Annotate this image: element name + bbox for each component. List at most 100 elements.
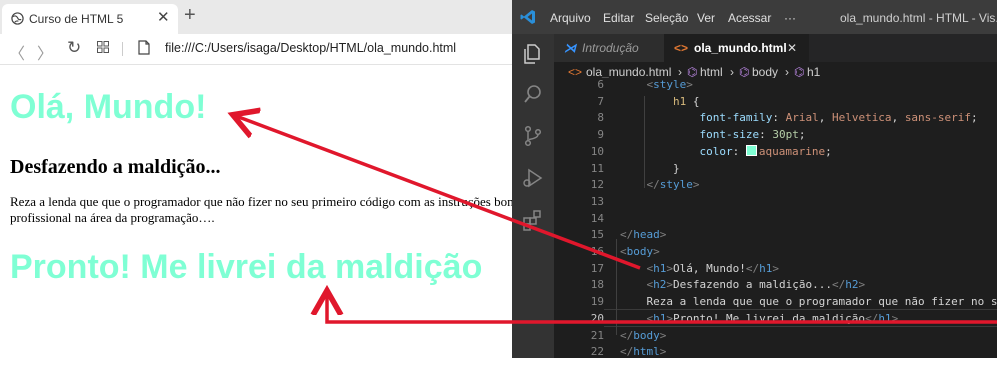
tab-ola-mundo[interactable]: <> ola_mundo.html ✕ — [664, 34, 809, 62]
code-line[interactable]: </style> — [620, 178, 699, 192]
tab-introducao[interactable]: ⋊ Introdução — [554, 34, 664, 62]
code-token: < — [620, 311, 654, 325]
code-token: aquamarine — [758, 144, 826, 158]
line-number: 14 — [590, 211, 604, 225]
new-tab-button[interactable]: + — [184, 4, 196, 27]
code-token: < — [620, 245, 627, 258]
run-debug-icon[interactable] — [521, 166, 545, 190]
line-number: 22 — [590, 345, 604, 358]
page-heading-pronto: Pronto! Me livrei da maldição — [10, 248, 483, 286]
code-token: font-family — [620, 111, 773, 125]
code-token: Olá, Mundo! — [673, 261, 746, 275]
code-token: > — [666, 261, 673, 275]
code-line[interactable]: font-family: Arial, Helvetica, sans-seri… — [620, 111, 978, 125]
code-line[interactable]: </html> — [620, 345, 666, 358]
code-token: ; — [825, 144, 832, 158]
menu-selecao[interactable]: Seleção — [645, 11, 688, 25]
code-line[interactable]: Reza a lenda que que o programador que n… — [620, 295, 997, 308]
code-token: html — [633, 345, 660, 358]
code-token: 30pt — [772, 128, 799, 142]
search-icon[interactable] — [521, 82, 545, 106]
line-number: 13 — [590, 194, 604, 208]
code-token: > — [659, 228, 667, 242]
menu-ver[interactable]: Ver — [697, 11, 715, 25]
activity-bar — [512, 34, 554, 358]
menu-arquivo[interactable]: Arquivo — [550, 11, 591, 25]
code-line[interactable]: <h1>Pronto! Me livrei da maldição</h1> — [620, 312, 898, 325]
reload-button[interactable]: ↻ — [67, 38, 81, 58]
code-line[interactable]: <body> — [620, 245, 660, 258]
apps-grid-icon[interactable] — [97, 41, 109, 53]
code-token: h2 — [845, 278, 859, 292]
browser-tab-strip: Curso de HTML 5 ✕ + — [0, 0, 515, 34]
code-line[interactable]: color: aquamarine; — [620, 144, 832, 158]
code-token: > — [686, 78, 693, 91]
forward-button[interactable]: 〉 — [37, 40, 53, 64]
code-token: color — [620, 144, 733, 158]
line-number: 9 — [597, 128, 604, 142]
browser-window: Curso de HTML 5 ✕ + 〈 〉 ↻ file:///C:/Use… — [0, 0, 515, 367]
vscode-title-bar: Arquivo Editar Seleção Ver Acessar ··· o… — [512, 0, 997, 34]
code-token: < — [620, 278, 654, 292]
vscode-file-icon: ⋊ — [564, 41, 576, 55]
line-number: 15 — [590, 228, 604, 242]
vscode-logo-icon — [520, 10, 535, 24]
menu-editar[interactable]: Editar — [603, 11, 634, 25]
close-tab-icon[interactable]: ✕ — [157, 8, 170, 26]
color-swatch-icon[interactable] — [745, 144, 757, 156]
code-token: Helvetica — [831, 111, 892, 125]
code-token: body — [633, 328, 660, 342]
close-tab-icon[interactable]: ✕ — [787, 34, 797, 62]
url-field[interactable]: file:///C:/Users/isaga/Desktop/HTML/ola_… — [165, 41, 456, 55]
code-token: > — [659, 328, 667, 342]
toolbar-divider — [122, 42, 123, 56]
code-token: </ — [831, 278, 846, 292]
line-number: 21 — [590, 328, 604, 342]
browser-tab-title: Curso de HTML 5 — [29, 12, 124, 26]
back-button[interactable]: 〈 — [9, 40, 25, 64]
code-token: font-size — [620, 128, 760, 142]
code-token: </ — [865, 311, 879, 325]
code-line[interactable]: font-size: 30pt; — [620, 128, 805, 141]
code-editor[interactable]: 6 <style> 7 h1 {8 font-family: Arial, Hel… — [554, 78, 997, 358]
explorer-icon[interactable] — [521, 42, 545, 66]
code-line[interactable]: <h2>Desfazendo a maldição...</h2> — [620, 278, 865, 291]
extensions-icon[interactable] — [521, 208, 545, 232]
code-token: sans-serif — [904, 111, 972, 125]
source-control-icon[interactable] — [521, 124, 545, 148]
code-token: < — [620, 78, 654, 91]
code-token: head — [633, 228, 660, 242]
line-number: 19 — [590, 295, 604, 309]
line-number: 6 — [597, 78, 604, 91]
code-line[interactable]: <h1>Olá, Mundo!</h1> — [620, 262, 779, 275]
line-number: 16 — [590, 245, 604, 258]
code-token: </ — [620, 345, 634, 358]
code-token: : — [772, 111, 786, 125]
code-token: h1 — [653, 261, 667, 275]
code-line[interactable]: <style> — [620, 78, 693, 91]
code-token: > — [666, 278, 673, 292]
code-token: ; — [798, 128, 806, 142]
code-token: < — [620, 261, 654, 275]
browser-tab[interactable]: Curso de HTML 5 ✕ — [2, 4, 178, 34]
line-number: 11 — [590, 161, 604, 175]
menu-acessar[interactable]: Acessar — [728, 11, 771, 25]
menu-more[interactable]: ··· — [784, 11, 796, 25]
code-token: , — [818, 111, 832, 125]
code-token: > — [666, 311, 673, 325]
code-token: Pronto! Me livrei da maldição — [673, 311, 866, 325]
code-line[interactable]: } — [620, 162, 680, 175]
globe-icon — [11, 12, 24, 25]
editor-tab-bar: ⋊ Introdução <> ola_mundo.html ✕ — [554, 34, 997, 62]
code-line[interactable]: </head> — [620, 228, 666, 241]
code-token: h1 — [653, 311, 667, 325]
code-token: > — [891, 311, 899, 325]
code-token: ; — [971, 111, 978, 125]
code-token: </ — [620, 328, 634, 342]
vscode-window: Arquivo Editar Seleção Ver Acessar ··· o… — [512, 0, 997, 358]
code-token: style — [659, 178, 693, 192]
code-line[interactable]: </body> — [620, 329, 666, 342]
code-line[interactable]: h1 { — [620, 95, 700, 108]
line-number: 8 — [597, 111, 604, 125]
code-token: </ — [620, 228, 634, 242]
